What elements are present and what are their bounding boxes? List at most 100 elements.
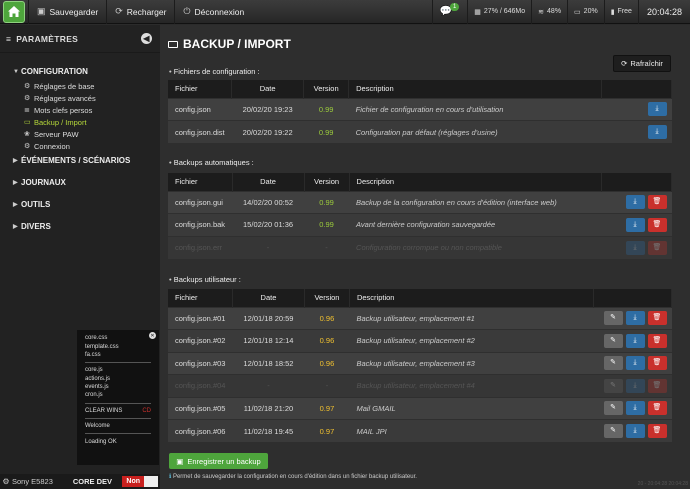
debug-css-file: template.css — [85, 343, 119, 350]
page-title: BACKUP / IMPORT — [168, 37, 291, 51]
memory-status: ▦ 27% / 646Mo — [467, 0, 531, 24]
notifications[interactable]: 💬 1 — [432, 0, 467, 24]
back-arrow-icon[interactable]: ◀ — [141, 33, 152, 44]
cell-file: config.json.#01 — [168, 306, 233, 330]
sidebar-section-divers[interactable]: ▶ DIVERS — [0, 218, 160, 235]
cell-version: - — [304, 374, 350, 397]
home-button[interactable] — [3, 0, 25, 23]
table-row: config.json.gui 14/02/20 00:52 0.99 Back… — [168, 190, 672, 214]
edit-button: ✎ — [603, 378, 623, 393]
sidebar-section-configuration[interactable]: ▼ CONFIGURATION — [0, 63, 160, 80]
col-description: Description — [348, 80, 602, 98]
toggle-switch[interactable] — [144, 476, 158, 487]
cell-date: 12/01/18 20:59 — [232, 306, 305, 330]
config-table: Fichier Date Version Description config.… — [168, 80, 672, 143]
sidebar-item-basic[interactable]: ⚙ Réglages de base — [0, 80, 160, 92]
edit-button[interactable]: ✎ — [603, 401, 623, 416]
logout-button[interactable]: ⏻ Déconnexion — [174, 0, 252, 24]
cell-version: 0.99 — [303, 120, 349, 143]
cell-actions: ✎ ⤓ 🗑 — [593, 374, 672, 397]
caret-right-icon: ▶ — [13, 224, 18, 230]
refresh-icon: ⟳ — [115, 6, 123, 16]
save-backup-button[interactable]: ▣ Enregistrer un backup — [169, 453, 268, 469]
debug-js-file: cron.js — [85, 392, 103, 399]
cell-actions: ⤓ 🗑 — [601, 213, 672, 236]
clear-wins[interactable]: CLEAR WINS CD — [85, 407, 151, 415]
cell-actions: ⤓ 🗑 — [601, 235, 672, 259]
cell-date: 20/02/20 19:23 — [231, 97, 304, 121]
download-button: ⤓ — [625, 240, 645, 255]
delete-button[interactable]: 🗑 — [647, 356, 667, 371]
cell-file: config.json.#02 — [168, 329, 233, 352]
delete-button[interactable]: 🗑 — [647, 311, 667, 326]
debug-loading: Loading OK — [85, 438, 117, 445]
gears-icon: ⚙ — [24, 83, 31, 90]
download-button[interactable]: ⤓ — [625, 401, 645, 416]
cell-date: - — [232, 235, 305, 259]
cell-date: 12/01/18 18:52 — [232, 351, 305, 375]
cell-file: config.json.dist — [168, 120, 232, 143]
cell-description: MAIL JPI — [349, 419, 594, 442]
cell-date: 11/02/18 21:20 — [232, 396, 305, 420]
edit-button[interactable]: ✎ — [603, 311, 623, 326]
delete-button[interactable]: 🗑 — [647, 217, 667, 232]
col-actions — [601, 80, 672, 98]
clear-wins-tag: CD — [142, 407, 151, 414]
close-icon[interactable]: ✕ — [149, 332, 156, 339]
sidebar-section-events[interactable]: ▶ ÉVÉNEMENTS / SCÉNARIOS — [0, 152, 160, 169]
cell-description: Mail GMAIL — [349, 396, 594, 420]
cell-file: config.json.err — [168, 235, 233, 259]
floppy-icon: ▣ — [37, 6, 46, 16]
cell-date: 11/02/18 19:45 — [232, 419, 305, 442]
sidebar-item-connection[interactable]: ⚙ Connexion — [0, 140, 160, 152]
battery-status: ▭ 20% — [567, 0, 604, 24]
sidebar-item-backup[interactable]: ▭ Backup / Import — [0, 116, 160, 128]
reload-button[interactable]: ⟳ Recharger — [106, 0, 174, 24]
refresh-button[interactable]: ⟳ Rafraîchir — [613, 55, 671, 72]
download-button[interactable]: ⤓ — [625, 356, 645, 371]
col-file: Fichier — [168, 80, 233, 98]
download-button[interactable]: ⤓ — [647, 125, 667, 139]
edit-button[interactable]: ✎ — [603, 333, 623, 348]
cell-description: Backup utilisateur, emplacement #2 — [349, 329, 594, 352]
download-button[interactable]: ⤓ — [647, 102, 667, 117]
core-dev-toggle[interactable]: Non — [122, 476, 144, 487]
delete-button[interactable]: 🗑 — [647, 333, 667, 348]
power-icon: ⏻ — [183, 6, 191, 16]
cell-actions: ✎ ⤓ 🗑 — [593, 351, 672, 375]
refresh-icon: ⟳ — [621, 59, 628, 68]
download-button[interactable]: ⤓ — [625, 195, 645, 210]
delete-button[interactable]: 🗑 — [647, 195, 667, 210]
sidebar-item-keywords[interactable]: ≣ Mots clefs persos — [0, 104, 160, 116]
cell-version: 0.99 — [304, 213, 350, 236]
sidebar-item-advanced[interactable]: ⚙ Réglages avancés — [0, 92, 160, 104]
table-row: config.json.bak 15/02/20 01:36 0.99 Avan… — [168, 213, 672, 236]
download-button[interactable]: ⤓ — [625, 333, 645, 348]
caret-right-icon: ▶ — [13, 202, 18, 208]
delete-button[interactable]: 🗑 — [647, 424, 667, 438]
cell-version: - — [304, 235, 350, 259]
caret-down-icon: ▼ — [13, 68, 19, 75]
gear-icon[interactable]: ⚙ — [0, 477, 12, 486]
user-backups-table: Fichier Date Version Description config.… — [168, 289, 672, 442]
table-row: config.json.#03 12/01/18 18:52 0.96 Back… — [168, 351, 672, 375]
debug-js-file: actions.js — [85, 375, 111, 382]
cell-date: 15/02/20 01:36 — [232, 213, 305, 236]
save-button[interactable]: ▣ Sauvegarder — [28, 0, 106, 24]
delete-button[interactable]: 🗑 — [647, 401, 667, 416]
edit-button[interactable]: ✎ — [603, 424, 623, 438]
sidebar-item-paw-server[interactable]: ❀ Serveur PAW — [0, 128, 160, 140]
cell-file: config.json.#04 — [168, 374, 233, 397]
table-row: config.json.err - - Configuration corrom… — [168, 235, 672, 259]
sidebar-section-outils[interactable]: ▶ OUTILS — [0, 196, 160, 213]
wifi-icon: ≋ — [538, 8, 545, 16]
download-button[interactable]: ⤓ — [625, 311, 645, 326]
cell-file: config.json — [168, 97, 232, 121]
cell-version: 0.96 — [304, 306, 350, 330]
download-button[interactable]: ⤓ — [625, 217, 645, 232]
cell-actions: ✎ ⤓ 🗑 — [593, 419, 672, 442]
cell-description: Fichier de configuration en cours d'util… — [348, 97, 602, 121]
download-button[interactable]: ⤓ — [625, 424, 645, 438]
edit-button[interactable]: ✎ — [603, 356, 623, 371]
sidebar-section-journaux[interactable]: ▶ JOURNAUX — [0, 174, 160, 191]
